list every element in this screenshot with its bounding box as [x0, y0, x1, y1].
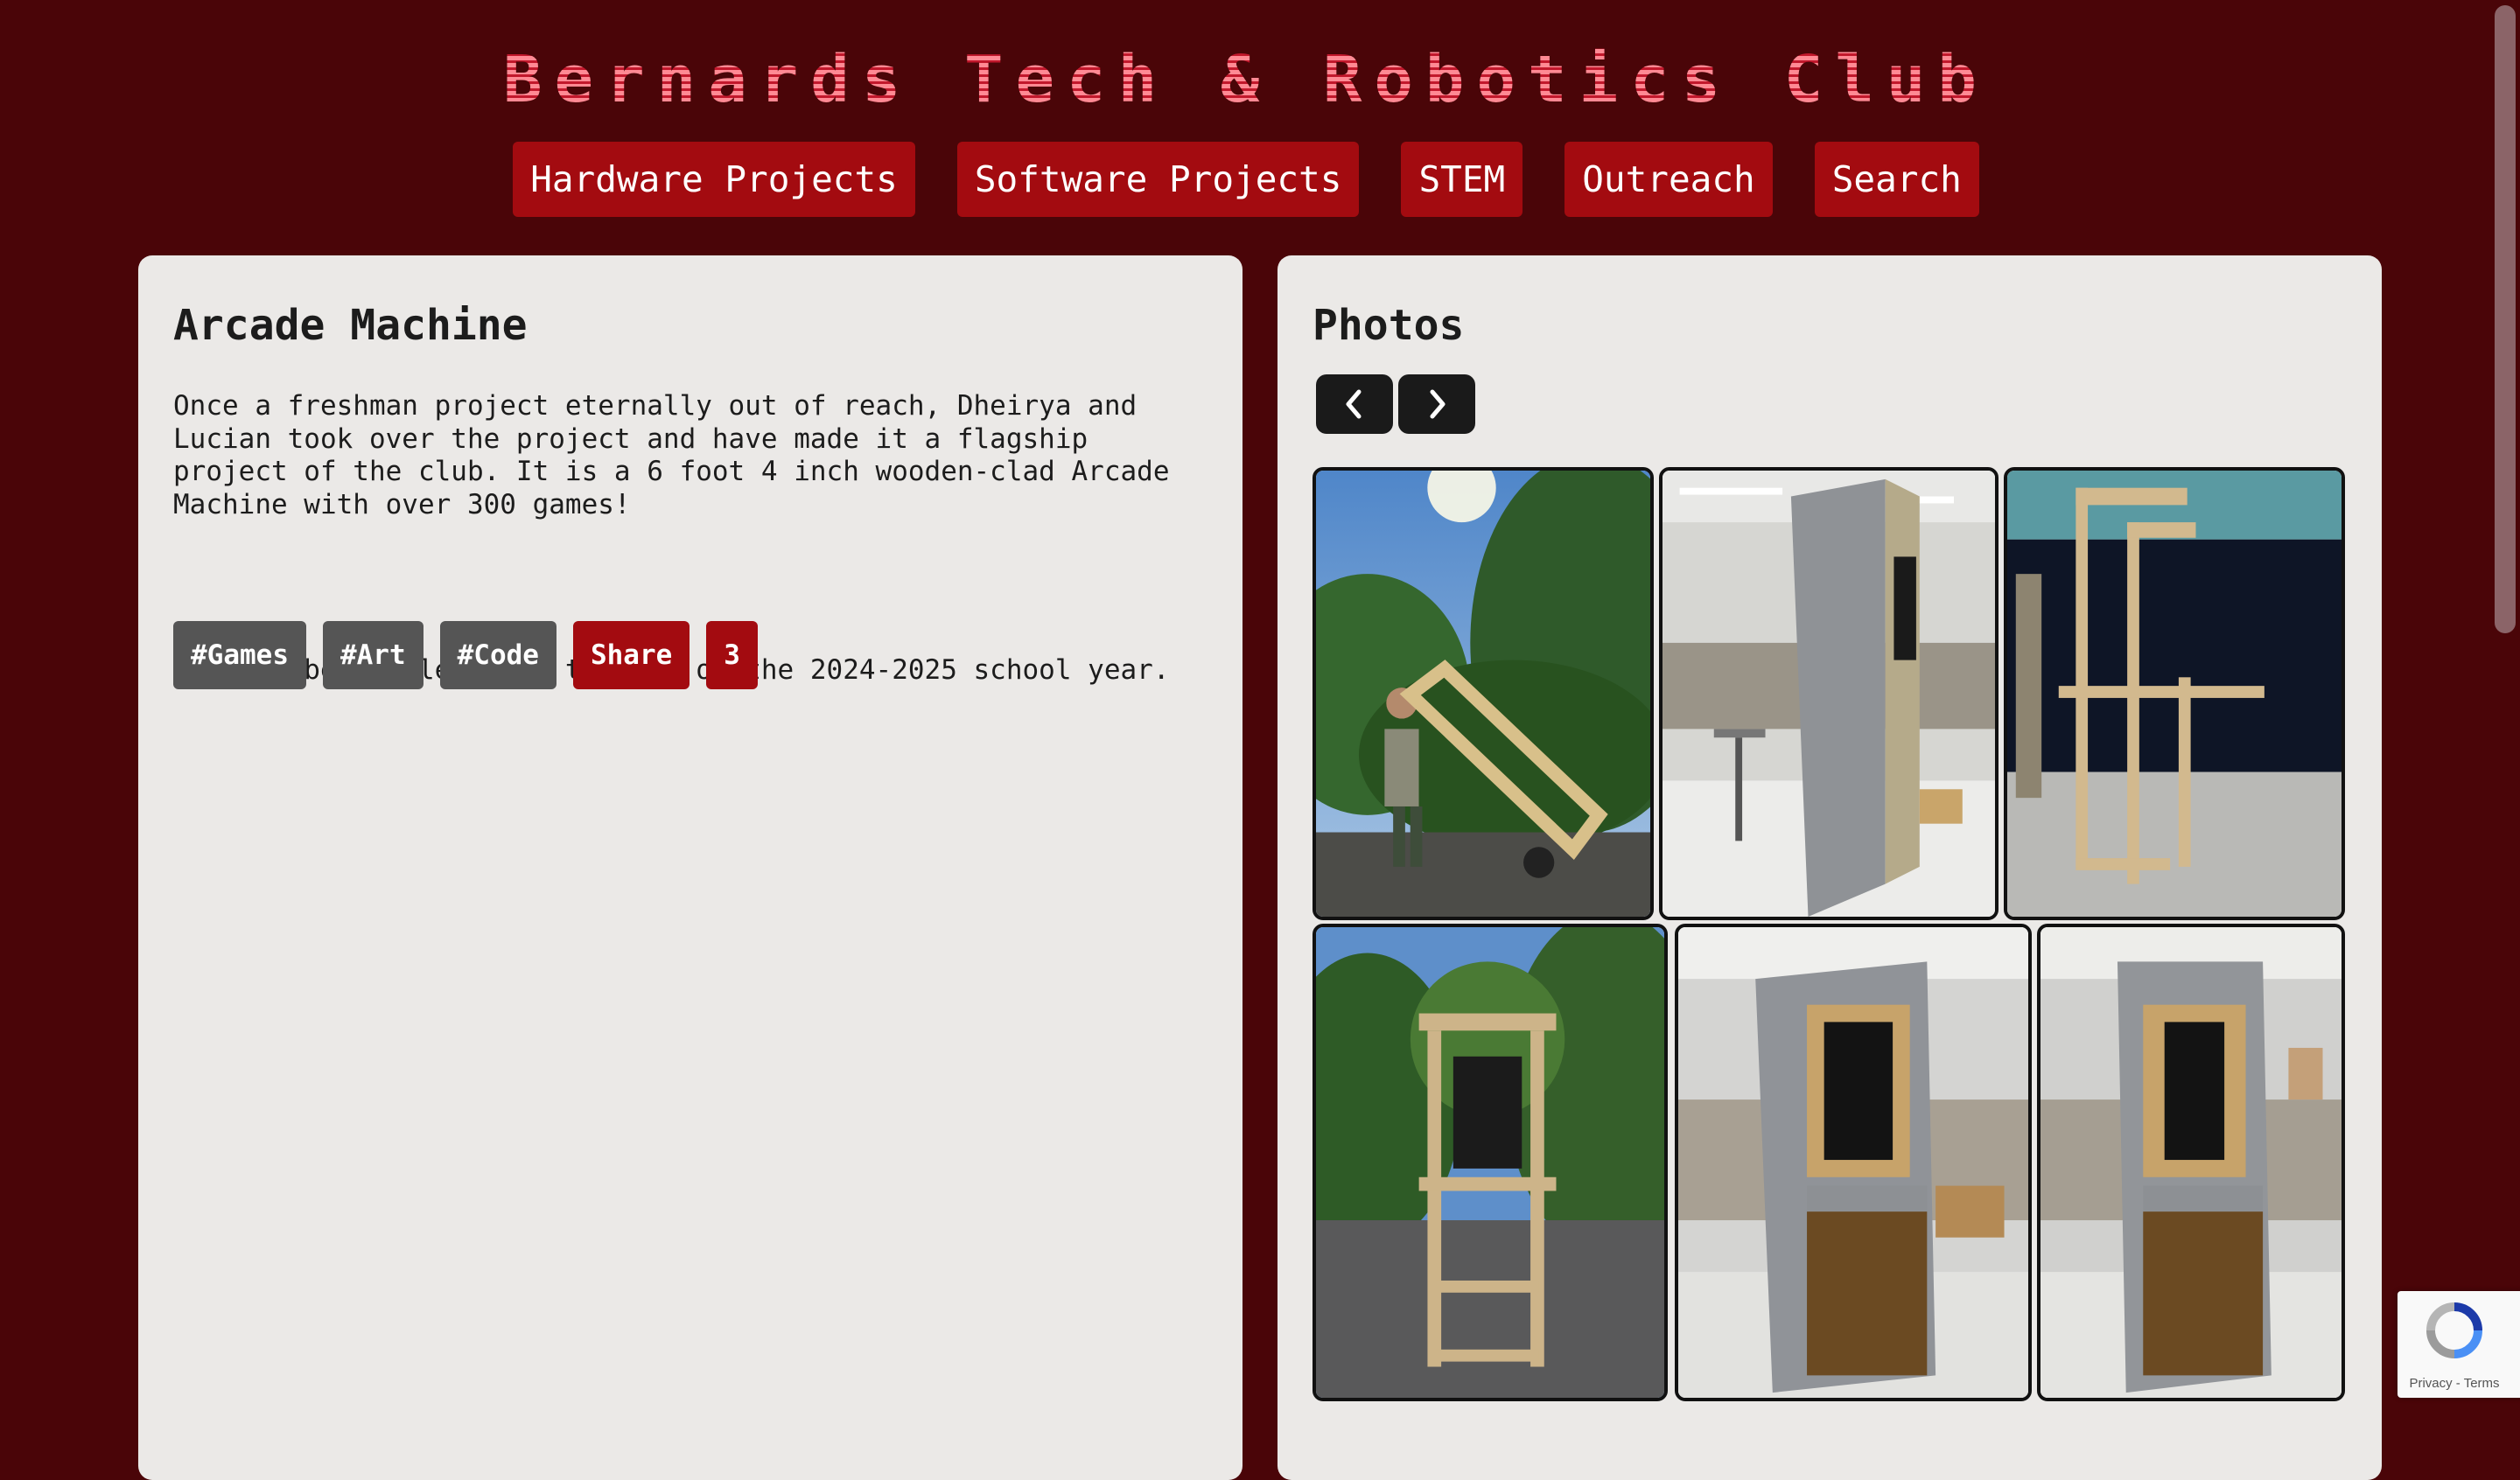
gallery-photo[interactable] [1312, 467, 1654, 920]
project-title: Arcade Machine [173, 301, 528, 350]
gallery-photo[interactable] [1659, 467, 1998, 920]
gallery-controls [1316, 374, 1475, 434]
recaptcha-terms-link[interactable]: Terms [2464, 1376, 2500, 1391]
gallery-photo[interactable] [1675, 924, 2032, 1401]
recaptcha-icon [2426, 1302, 2482, 1358]
nav-software-projects[interactable]: Software Projects [956, 142, 1360, 217]
gallery-photo[interactable] [2037, 924, 2345, 1401]
tag-art[interactable]: #Art [322, 621, 424, 689]
recaptcha-privacy-link[interactable]: Privacy [2409, 1376, 2452, 1391]
tag-code[interactable]: #Code [439, 621, 556, 689]
project-description: Once a freshman project eternally out of… [173, 390, 1170, 520]
tag-games[interactable]: #Games [173, 621, 306, 689]
nav-hardware-projects[interactable]: Hardware Projects [513, 142, 915, 217]
site-title: Bernards Tech & Robotics Club [0, 42, 2492, 117]
recaptcha-badge[interactable]: Privacy - Terms [2398, 1291, 2520, 1398]
chevron-left-icon [1346, 389, 1362, 419]
nav-stem[interactable]: STEM [1401, 142, 1523, 217]
share-button[interactable]: Share [572, 621, 690, 689]
chevron-right-icon [1430, 389, 1446, 419]
gallery-photo[interactable] [1312, 924, 1668, 1401]
gallery-prev-button[interactable] [1316, 374, 1393, 434]
gallery-photo[interactable] [2004, 467, 2345, 920]
nav-search[interactable]: Search [1814, 142, 1979, 217]
nav-outreach[interactable]: Outreach [1564, 142, 1773, 217]
project-tags: #Games #Art #Code Share 3 [173, 621, 758, 689]
project-card: Arcade Machine Once a freshman project e… [138, 255, 1242, 1480]
photos-heading: Photos [1312, 301, 1465, 350]
main-nav: Hardware Projects Software Projects STEM… [0, 142, 2492, 217]
scrollbar-thumb[interactable] [2495, 5, 2516, 633]
gallery-next-button[interactable] [1398, 374, 1475, 434]
share-count-badge: 3 [706, 621, 758, 689]
